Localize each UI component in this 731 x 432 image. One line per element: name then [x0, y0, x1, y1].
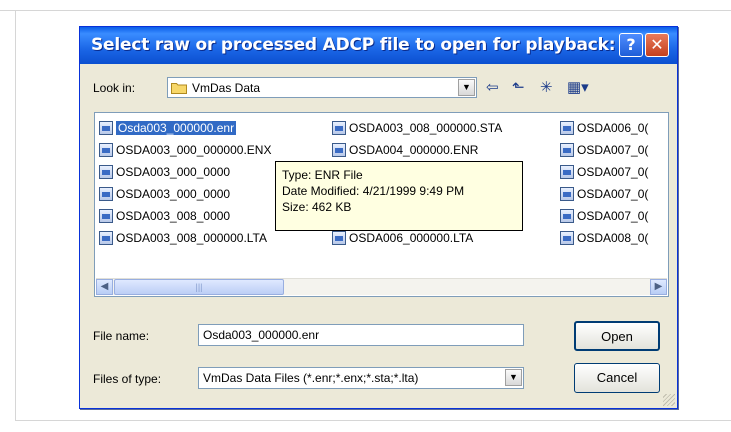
- look-in-value: VmDas Data: [192, 81, 261, 95]
- file-name: OSDA003_000_0000: [116, 187, 231, 201]
- scroll-right-button[interactable]: ▶: [650, 279, 667, 295]
- file-item[interactable]: OSDA007_0(: [560, 163, 648, 181]
- open-file-dialog: Select raw or processed ADCP file to ope…: [79, 26, 678, 409]
- file-item[interactable]: Osda003_000000.enr: [99, 119, 237, 137]
- file-name: OSDA003_000_0000: [116, 165, 231, 179]
- file-info-tooltip: Type: ENR File Date Modified: 4/21/1999 …: [275, 161, 523, 231]
- scroll-thumb[interactable]: |||: [114, 279, 284, 295]
- file-name: OSDA007_0(: [577, 143, 649, 157]
- scroll-left-button[interactable]: ◀: [96, 279, 113, 295]
- file-item[interactable]: OSDA003_008_000000.STA: [332, 119, 502, 137]
- file-icon: [332, 120, 346, 135]
- file-icon: [99, 186, 113, 201]
- tooltip-date-modified: Date Modified: 4/21/1999 9:49 PM: [282, 184, 465, 198]
- file-item[interactable]: OSDA006_000000.LTA: [332, 229, 473, 247]
- file-item[interactable]: OSDA007_0(: [560, 207, 648, 225]
- file-item[interactable]: OSDA008_0(: [560, 229, 648, 247]
- file-item[interactable]: OSDA003_000_000000.ENX: [99, 141, 271, 159]
- title-bar[interactable]: Select raw or processed ADCP file to ope…: [80, 27, 677, 64]
- file-name: OSDA007_0(: [577, 209, 649, 223]
- file-icon: [332, 230, 346, 245]
- page-border-left: [15, 10, 16, 421]
- file-name: OSDA006_0(: [577, 121, 649, 135]
- file-icon: [99, 164, 113, 179]
- file-item[interactable]: OSDA003_008_0000: [99, 207, 230, 225]
- tooltip-type: Type: ENR File: [282, 168, 363, 182]
- file-item[interactable]: OSDA007_0(: [560, 141, 648, 159]
- file-list[interactable]: Osda003_000000.enr OSDA003_000_000000.EN…: [94, 112, 669, 297]
- file-icon: [99, 120, 113, 135]
- file-item[interactable]: OSDA003_000_0000: [99, 163, 230, 181]
- file-name: OSDA006_000000.LTA: [349, 231, 474, 245]
- file-item[interactable]: OSDA006_0(: [560, 119, 648, 137]
- close-button[interactable]: ✕: [645, 33, 669, 57]
- file-item[interactable]: OSDA004_000000.ENR: [332, 141, 478, 159]
- cancel-button[interactable]: Cancel: [574, 363, 660, 393]
- resize-grip-icon[interactable]: [663, 394, 675, 406]
- tooltip-size: Size: 462 KB: [282, 200, 352, 214]
- file-icon: [560, 164, 574, 179]
- look-in-label: Look in:: [93, 81, 136, 95]
- back-arrow-icon[interactable]: ⇦: [486, 79, 499, 97]
- file-icon: [99, 208, 113, 223]
- help-button[interactable]: ?: [619, 33, 643, 57]
- chevron-down-icon[interactable]: ▼: [505, 369, 522, 386]
- page-border-bottom: [15, 420, 731, 421]
- dialog-title: Select raw or processed ADCP file to ope…: [91, 35, 616, 55]
- file-name-label: File name:: [93, 329, 150, 343]
- file-type-value: VmDas Data Files (*.enr;*.enx;*.sta;*.lt…: [203, 371, 419, 385]
- file-name: OSDA003_000_000000.ENX: [116, 143, 272, 157]
- file-type-label: Files of type:: [93, 372, 162, 386]
- file-name: OSDA003_008_0000: [116, 209, 231, 223]
- open-button[interactable]: Open: [574, 321, 660, 351]
- file-type-dropdown[interactable]: VmDas Data Files (*.enr;*.enx;*.sta;*.lt…: [198, 367, 524, 389]
- up-folder-icon[interactable]: ⬑: [512, 79, 525, 97]
- file-name: OSDA008_0(: [577, 231, 649, 245]
- file-item[interactable]: OSDA003_008_000000.LTA: [99, 229, 267, 247]
- file-name: OSDA003_008_000000.STA: [349, 121, 503, 135]
- file-icon: [332, 142, 346, 157]
- horizontal-scrollbar[interactable]: ◀ ||| ▶: [96, 278, 667, 295]
- file-name: OSDA007_0(: [577, 187, 649, 201]
- file-icon: [99, 142, 113, 157]
- file-name: OSDA003_008_000000.LTA: [116, 231, 268, 245]
- file-name: Osda003_000000.enr: [116, 121, 237, 135]
- folder-icon: [171, 83, 187, 94]
- file-item[interactable]: OSDA003_000_0000: [99, 185, 230, 203]
- file-item[interactable]: OSDA007_0(: [560, 185, 648, 203]
- file-icon: [560, 186, 574, 201]
- view-menu-icon[interactable]: ▦▾: [567, 79, 589, 97]
- file-icon: [99, 230, 113, 245]
- file-name-input[interactable]: Osda003_000000.enr: [198, 324, 524, 346]
- look-in-dropdown[interactable]: VmDas Data ▼: [167, 77, 477, 98]
- file-name: OSDA007_0(: [577, 165, 649, 179]
- file-icon: [560, 142, 574, 157]
- file-icon: [560, 120, 574, 135]
- new-folder-icon[interactable]: ✳: [540, 79, 553, 97]
- page-border-top: [0, 10, 731, 11]
- file-name: OSDA004_000000.ENR: [349, 143, 479, 157]
- file-icon: [560, 230, 574, 245]
- file-icon: [560, 208, 574, 223]
- chevron-down-icon[interactable]: ▼: [458, 79, 475, 96]
